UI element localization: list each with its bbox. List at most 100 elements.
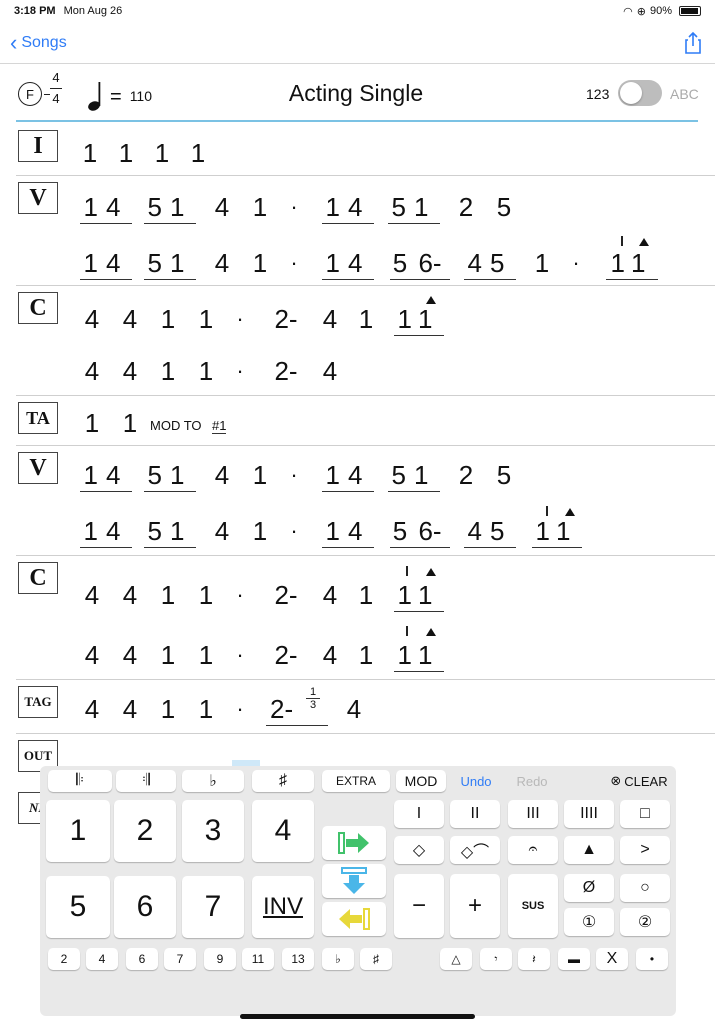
major-triangle-key[interactable]: △: [440, 948, 472, 970]
chord[interactable]: 5: [390, 514, 410, 548]
extension-sharp-key[interactable]: ♯: [360, 948, 392, 970]
beat-dot[interactable]: ·: [284, 190, 304, 224]
slash-4-key[interactable]: IIII: [564, 800, 614, 828]
slash-1-key[interactable]: I: [394, 800, 444, 828]
x-key[interactable]: X: [596, 948, 628, 970]
chord[interactable]: 4: [210, 514, 234, 548]
chord[interactable]: 4: [80, 638, 104, 672]
square-key[interactable]: □: [620, 800, 670, 828]
extension-key-7[interactable]: 7: [164, 948, 196, 970]
chord[interactable]: 1: [248, 514, 272, 548]
number-key-5[interactable]: 5: [46, 876, 110, 938]
extension-flat-key[interactable]: ♭: [322, 948, 354, 970]
extension-key-2[interactable]: 2: [48, 948, 80, 970]
sharp-key[interactable]: ♯: [252, 770, 314, 792]
number-key-4[interactable]: 4: [252, 800, 314, 862]
tempo[interactable]: = 110: [110, 86, 152, 109]
chord-group[interactable]: 51: [144, 514, 196, 548]
chord[interactable]: 2-: [266, 578, 306, 612]
chord[interactable]: 1: [248, 246, 272, 280]
chord[interactable]: 1: [186, 136, 210, 170]
chord[interactable]: 4: [210, 190, 234, 224]
chord[interactable]: 4: [318, 638, 342, 672]
quarter-rest-key[interactable]: 𝄽: [518, 948, 550, 970]
chord[interactable]: 1: [194, 354, 218, 388]
chord[interactable]: 1: [114, 136, 138, 170]
beat-dot[interactable]: ·: [230, 638, 250, 672]
beat-dot[interactable]: ·: [230, 302, 250, 336]
beat-dot[interactable]: ·: [230, 692, 250, 726]
chord[interactable]: 1: [354, 578, 378, 612]
chord-group[interactable]: 11: [606, 246, 658, 280]
chord-group[interactable]: 14: [80, 458, 132, 492]
extension-key-11[interactable]: 11: [242, 948, 274, 970]
chord[interactable]: 1: [156, 354, 180, 388]
chord[interactable]: 2: [454, 190, 478, 224]
minus-key[interactable]: −: [394, 874, 444, 938]
number-key-2[interactable]: 2: [114, 800, 176, 862]
chord[interactable]: 4: [80, 692, 104, 726]
chord[interactable]: 1: [354, 302, 378, 336]
diamond-tie-key[interactable]: ◇⌒: [450, 836, 500, 864]
chord[interactable]: 2-: [266, 354, 306, 388]
chord[interactable]: 4: [80, 578, 104, 612]
chord-group[interactable]: 51: [388, 190, 440, 224]
chord-group[interactable]: 11: [394, 302, 444, 336]
number-key-3[interactable]: 3: [182, 800, 244, 862]
clear-button[interactable]: ⊗ CLEAR: [608, 770, 670, 792]
chord[interactable]: 1: [354, 638, 378, 672]
chord[interactable]: 4: [318, 302, 342, 336]
diminished-key[interactable]: ○: [620, 874, 670, 902]
extension-key-9[interactable]: 9: [204, 948, 236, 970]
chord[interactable]: 1: [80, 406, 104, 440]
extra-key[interactable]: EXTRA: [322, 770, 390, 792]
mod-key[interactable]: MOD: [396, 770, 446, 792]
chord-group[interactable]: 51: [144, 246, 196, 280]
whole-rest-key[interactable]: ▬: [558, 948, 590, 970]
accent-triangle-key[interactable]: ▲: [564, 836, 614, 864]
extension-key-13[interactable]: 13: [282, 948, 314, 970]
sus-key[interactable]: SUS: [508, 874, 558, 938]
fermata-key[interactable]: 𝄐: [508, 836, 558, 864]
beat-dot[interactable]: ·: [284, 458, 304, 492]
redo-button[interactable]: Redo: [510, 770, 554, 792]
section-tag[interactable]: TA: [18, 402, 58, 434]
chord[interactable]: 4: [118, 354, 142, 388]
section-tag[interactable]: C: [18, 562, 58, 594]
beat-dot[interactable]: ·: [284, 514, 304, 548]
chord-group[interactable]: 14: [322, 514, 374, 548]
chord[interactable]: 4: [118, 578, 142, 612]
chord[interactable]: 4: [318, 354, 342, 388]
ending-2-key[interactable]: ②: [620, 908, 670, 936]
back-button[interactable]: ‹ Songs: [10, 31, 67, 54]
chord-group[interactable]: 11: [532, 514, 582, 548]
chord[interactable]: 1: [156, 302, 180, 336]
chord[interactable]: 6-: [410, 514, 450, 548]
chord[interactable]: 2-: [266, 302, 306, 336]
chord[interactable]: 1: [194, 578, 218, 612]
chord[interactable]: 4: [342, 692, 366, 726]
chord-group[interactable]: 14: [322, 190, 374, 224]
chord[interactable]: 1: [78, 136, 102, 170]
section-tag[interactable]: V: [18, 452, 58, 484]
chord[interactable]: 1: [248, 458, 272, 492]
section-tag[interactable]: I: [18, 130, 58, 162]
chord[interactable]: 4: [210, 246, 234, 280]
beat-dot[interactable]: ·: [230, 578, 250, 612]
beat-dot[interactable]: ·: [284, 246, 304, 280]
chord-group[interactable]: 14: [322, 458, 374, 492]
chord-group[interactable]: 14: [80, 246, 132, 280]
ending-1-key[interactable]: ①: [564, 908, 614, 936]
number-key-6[interactable]: 6: [114, 876, 176, 938]
chord[interactable]: 4: [80, 302, 104, 336]
beat-dot[interactable]: ·: [566, 246, 586, 280]
accent-key[interactable]: >: [620, 836, 670, 864]
diamond-key[interactable]: ◇: [394, 836, 444, 864]
dot-key[interactable]: •: [636, 948, 668, 970]
chord[interactable]: 1: [194, 638, 218, 672]
repeat-end-key[interactable]: 𝄇: [116, 770, 176, 792]
chord[interactable]: 2: [454, 458, 478, 492]
number-key-7[interactable]: 7: [182, 876, 244, 938]
chord-group[interactable]: 14: [322, 246, 374, 280]
chord-group[interactable]: 11: [394, 578, 444, 612]
